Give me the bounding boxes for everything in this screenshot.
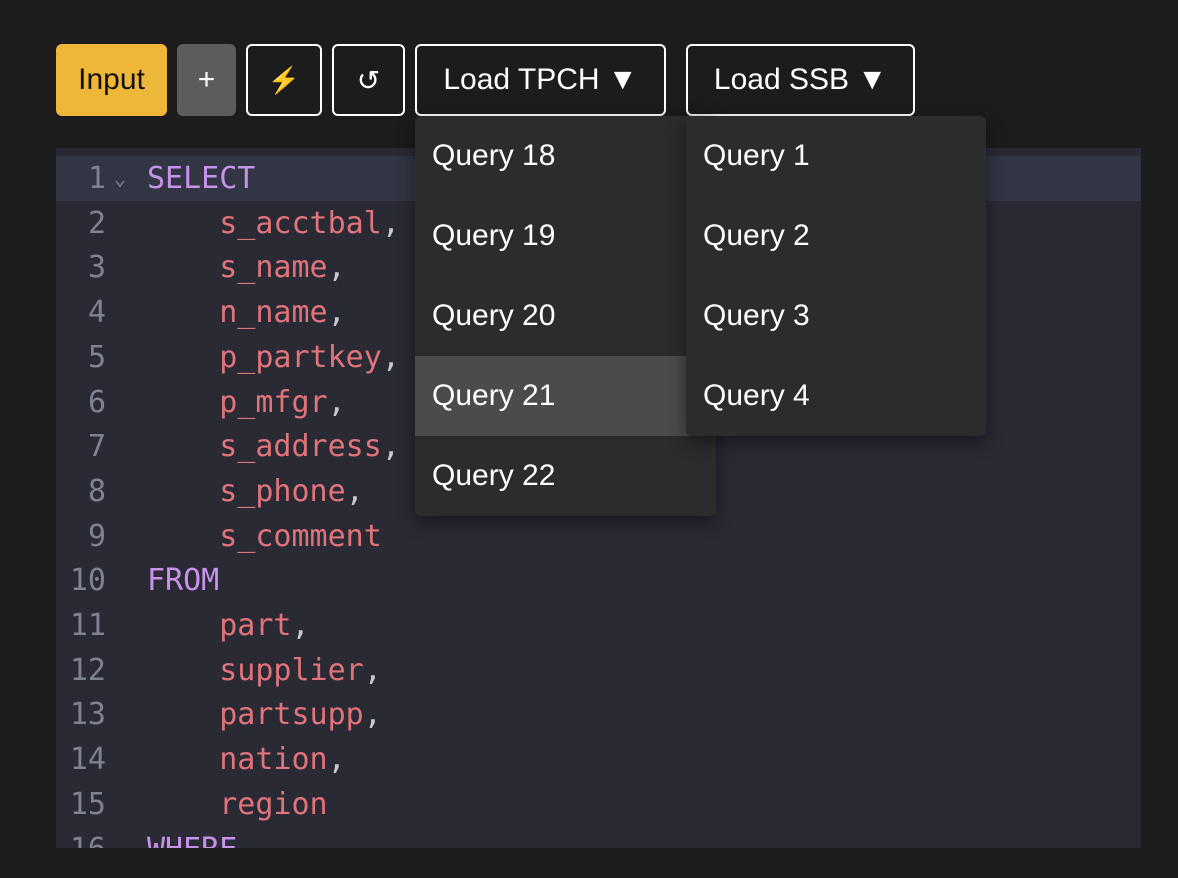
reset-button[interactable]: ↺ xyxy=(332,44,405,116)
line-number: 5 xyxy=(87,339,106,375)
sql-punctuation: , xyxy=(327,384,346,420)
sql-identifier: partsupp xyxy=(147,697,364,733)
line-number: 16 xyxy=(56,827,106,849)
line-number: 12 xyxy=(69,652,106,688)
sql-punctuation: , xyxy=(327,250,346,286)
reset-icon: ↺ xyxy=(356,64,381,96)
code-text: partsupp, xyxy=(147,692,382,737)
line-number: 7 xyxy=(87,429,106,465)
line-number: 11 xyxy=(69,608,106,643)
line-number: 10 xyxy=(69,563,106,599)
tpch-menu-item[interactable]: Query 18 xyxy=(415,116,716,196)
code-text: n_name, xyxy=(147,290,346,335)
code-text: s_name, xyxy=(147,245,346,290)
ssb-dropdown-menu: Query 1 Query 2 Query 3 Query 4 xyxy=(686,116,986,436)
sql-identifier: region xyxy=(147,786,328,822)
load-tpch-button[interactable]: Load TPCH ▼ xyxy=(415,44,666,116)
sql-punctuation: , xyxy=(291,608,310,643)
sql-punctuation: , xyxy=(381,429,400,465)
sql-identifier: p_mfgr xyxy=(147,384,328,420)
tpch-menu-item[interactable]: Query 20 xyxy=(415,276,716,356)
sql-identifier: s_acctbal xyxy=(147,205,382,241)
code-text: p_partkey, xyxy=(147,335,400,380)
code-text: s_phone, xyxy=(147,469,364,514)
code-line[interactable]: 10 FROM xyxy=(56,558,1141,603)
lightning-icon: ⚡ xyxy=(267,64,301,95)
sql-punctuation: , xyxy=(381,339,400,375)
code-text: supplier, xyxy=(147,648,382,693)
sql-identifier: s_address xyxy=(147,429,382,465)
tpch-dropdown-menu: Query 18 Query 19 Query 20 Query 21 Query 22 xyxy=(415,116,716,516)
ssb-menu-item[interactable]: Query 1 xyxy=(686,116,986,196)
code-text: s_comment xyxy=(147,514,382,559)
code-line[interactable]: 13 partsupp, xyxy=(56,692,1141,737)
sql-identifier: s_name xyxy=(147,250,328,286)
sql-punctuation: , xyxy=(327,742,346,778)
add-button[interactable]: + xyxy=(177,44,236,116)
code-line[interactable]: 9 s_comment xyxy=(56,514,1141,559)
sql-punctuation: , xyxy=(381,205,400,241)
code-line[interactable]: 14 nation, xyxy=(56,737,1141,782)
run-button[interactable]: ⚡ xyxy=(246,44,322,116)
code-text: SELECT xyxy=(147,156,255,201)
tpch-menu-item[interactable]: Query 21 xyxy=(415,356,716,436)
sql-identifier: supplier xyxy=(147,652,364,688)
code-text: s_address, xyxy=(147,424,400,469)
code-text: FROM xyxy=(147,558,219,603)
line-number: 13 xyxy=(69,697,106,733)
ssb-menu-item[interactable]: Query 3 xyxy=(686,276,986,356)
ssb-menu-item[interactable]: Query 4 xyxy=(686,356,986,436)
tpch-menu-item[interactable]: Query 19 xyxy=(415,196,716,276)
sql-keyword: FROM xyxy=(147,563,220,599)
load-ssb-button[interactable]: Load SSB ▼ xyxy=(686,44,915,116)
code-line[interactable]: 15 region xyxy=(56,782,1141,827)
line-number: 1 xyxy=(87,161,106,196)
code-text: s_acctbal, xyxy=(147,201,400,246)
sql-identifier: part xyxy=(147,608,292,643)
line-number: 8 xyxy=(87,473,106,509)
code-line[interactable]: 16 WHERE xyxy=(56,827,1141,849)
sql-identifier: s_phone xyxy=(147,473,346,509)
ssb-menu-item[interactable]: Query 2 xyxy=(686,196,986,276)
sql-keyword: SELECT xyxy=(147,161,256,196)
sql-identifier: p_partkey xyxy=(147,339,382,375)
input-button[interactable]: Input xyxy=(56,44,167,116)
line-number: 4 xyxy=(87,295,106,331)
fold-chevron-icon[interactable]: ⌄ xyxy=(114,156,126,201)
sql-identifier: s_comment xyxy=(147,518,382,554)
code-text: WHERE xyxy=(147,827,237,849)
line-number: 2 xyxy=(87,205,106,241)
tpch-menu-item[interactable]: Query 22 xyxy=(415,436,716,516)
code-text: part, xyxy=(147,603,310,648)
line-number: 14 xyxy=(69,742,106,778)
code-text: region xyxy=(147,782,328,827)
code-text: p_mfgr, xyxy=(147,380,346,425)
sql-identifier: nation xyxy=(147,742,328,778)
sql-punctuation: , xyxy=(363,652,382,688)
line-number: 6 xyxy=(87,384,106,420)
sql-keyword: WHERE xyxy=(147,832,237,849)
code-text: nation, xyxy=(147,737,346,782)
sql-punctuation: , xyxy=(345,473,364,509)
line-number: 15 xyxy=(69,786,106,822)
sql-punctuation: , xyxy=(327,295,346,331)
code-line[interactable]: 12 supplier, xyxy=(56,648,1141,693)
sql-identifier: n_name xyxy=(147,295,328,331)
code-line[interactable]: 11 part, xyxy=(56,603,1141,648)
sql-punctuation: , xyxy=(363,697,382,733)
line-number: 3 xyxy=(87,250,106,286)
line-number: 9 xyxy=(87,518,106,554)
